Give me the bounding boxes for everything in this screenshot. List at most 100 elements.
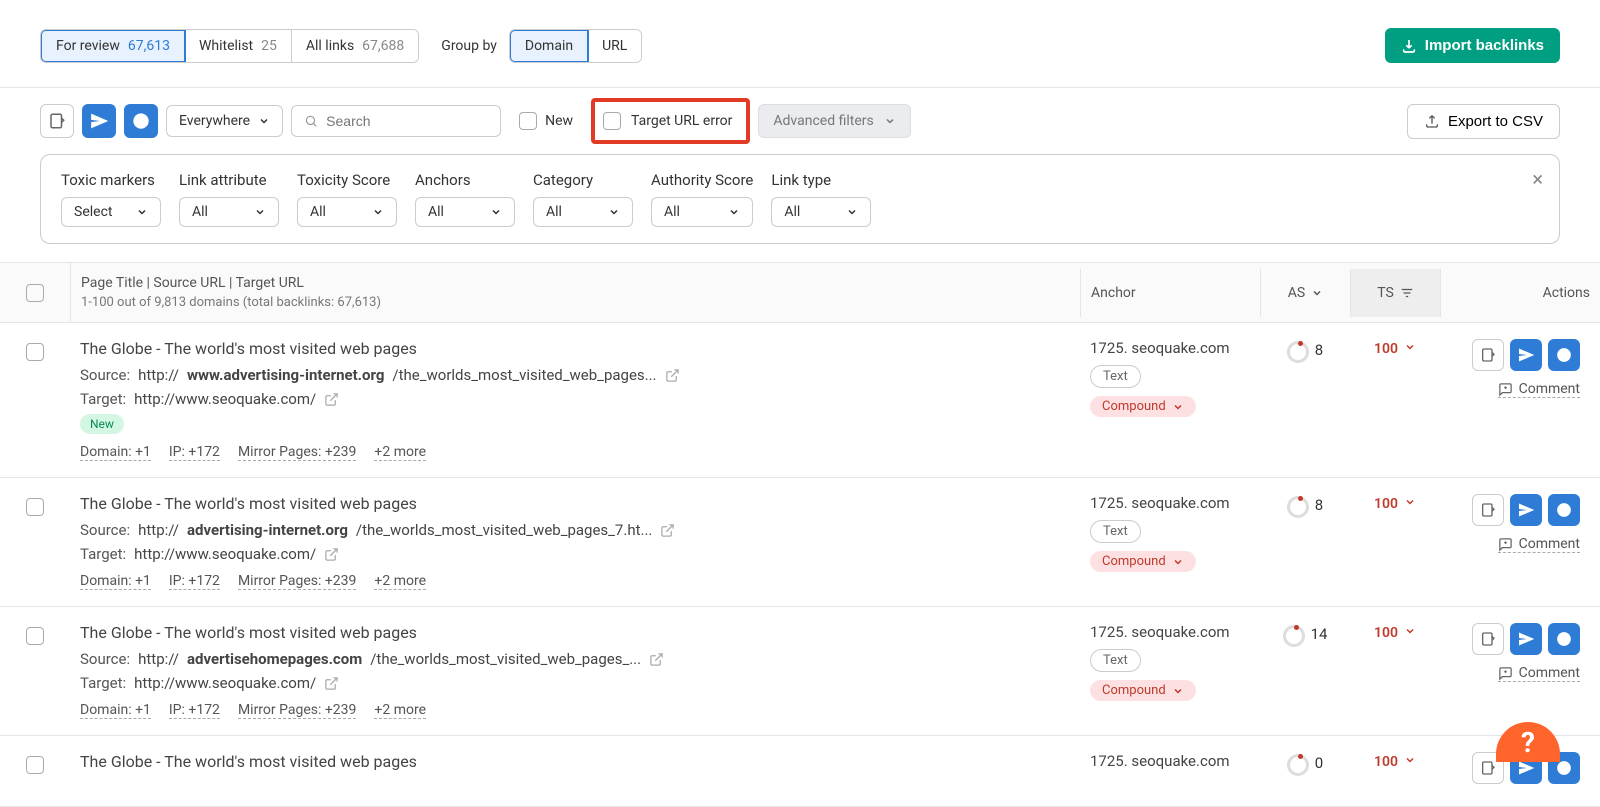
- close-filters-icon[interactable]: ×: [1532, 167, 1543, 191]
- ts-value[interactable]: 100: [1350, 494, 1440, 590]
- anchor-type-pill: Text: [1090, 365, 1141, 388]
- block-icon-button[interactable]: [1548, 339, 1580, 371]
- table-row: The Globe - The world's most visited web…: [0, 736, 1600, 807]
- row-source: Source: http://advertising-internet.org/…: [80, 521, 1070, 539]
- anchor-text: 1725. seoquake.com: [1090, 623, 1250, 641]
- anchors-select[interactable]: All: [415, 197, 515, 227]
- target-url-error-checkbox[interactable]: [603, 112, 621, 130]
- filter-label: Toxicity Score: [297, 171, 397, 189]
- tab-label: All links: [306, 38, 354, 54]
- category-select[interactable]: All: [533, 197, 633, 227]
- upload-icon: [1424, 113, 1440, 129]
- link-type-select[interactable]: All: [771, 197, 871, 227]
- chevron-down-icon: [258, 115, 270, 127]
- ts-value[interactable]: 100: [1350, 752, 1440, 790]
- row-target: Target: http://www.seoquake.com/: [80, 674, 1070, 692]
- col-ts-heading[interactable]: TS: [1350, 269, 1440, 317]
- external-link-icon[interactable]: [324, 547, 339, 562]
- tab-for-review[interactable]: For review 67,613: [40, 29, 186, 63]
- donut-icon: [1287, 341, 1309, 363]
- comment-link[interactable]: Comment: [1498, 536, 1580, 553]
- external-link-icon[interactable]: [665, 368, 680, 383]
- block-icon: [1556, 347, 1572, 363]
- send-icon-button[interactable]: [1510, 623, 1542, 655]
- note-icon-button[interactable]: [40, 104, 74, 138]
- link-attribute-select[interactable]: All: [179, 197, 279, 227]
- external-link-icon[interactable]: [660, 523, 675, 538]
- row-checkbox[interactable]: [26, 756, 44, 774]
- note-icon: [48, 112, 66, 130]
- select-all-checkbox[interactable]: [26, 284, 44, 302]
- filters-panel: Toxic markers Select Link attribute All …: [40, 154, 1560, 244]
- note-icon-button[interactable]: [1472, 339, 1504, 371]
- ts-value[interactable]: 100: [1350, 623, 1440, 719]
- search-input[interactable]: [326, 113, 488, 129]
- note-icon: [1480, 631, 1496, 647]
- chevron-down-icon: [1311, 287, 1323, 299]
- send-icon: [1518, 502, 1534, 518]
- tab-label: For review: [56, 38, 120, 54]
- note-icon-button[interactable]: [1472, 623, 1504, 655]
- scope-dropdown[interactable]: Everywhere: [166, 105, 283, 137]
- row-checkbox[interactable]: [26, 498, 44, 516]
- toxic-markers-select[interactable]: Select: [61, 197, 161, 227]
- ts-value[interactable]: 100: [1350, 339, 1440, 461]
- send-icon-button[interactable]: [1510, 494, 1542, 526]
- export-csv-button[interactable]: Export to CSV: [1407, 104, 1560, 139]
- anchor-compound-pill[interactable]: Compound: [1090, 680, 1196, 701]
- tab-count: 25: [261, 38, 277, 54]
- groupby-url[interactable]: URL: [588, 30, 641, 62]
- advanced-filters-button[interactable]: Advanced filters: [758, 104, 910, 138]
- as-value: 8: [1315, 496, 1323, 514]
- anchor-compound-pill[interactable]: Compound: [1090, 396, 1196, 417]
- send-icon-button[interactable]: [1510, 339, 1542, 371]
- table-row: The Globe - The world's most visited web…: [0, 323, 1600, 478]
- new-checkbox[interactable]: [519, 112, 537, 130]
- filter-label: Authority Score: [651, 171, 753, 189]
- import-backlinks-button[interactable]: Import backlinks: [1385, 28, 1560, 63]
- chevron-down-icon: [1404, 496, 1416, 508]
- groupby-domain[interactable]: Domain: [509, 29, 589, 63]
- authority-score-select[interactable]: All: [651, 197, 753, 227]
- table-row: The Globe - The world's most visited web…: [0, 607, 1600, 736]
- note-icon-button[interactable]: [1472, 494, 1504, 526]
- comment-link[interactable]: Comment: [1498, 665, 1580, 682]
- anchor-type-pill: Text: [1090, 649, 1141, 672]
- anchor-compound-pill[interactable]: Compound: [1090, 551, 1196, 572]
- chevron-down-icon: [846, 206, 858, 218]
- chevron-down-icon: [1404, 625, 1416, 637]
- row-checkbox[interactable]: [26, 627, 44, 645]
- donut-icon: [1287, 754, 1309, 776]
- row-checkbox[interactable]: [26, 343, 44, 361]
- col-anchor-heading: Anchor: [1080, 269, 1260, 317]
- anchor-text: 1725. seoquake.com: [1090, 339, 1250, 357]
- search-box[interactable]: [291, 105, 501, 137]
- external-link-icon[interactable]: [324, 392, 339, 407]
- block-icon-button[interactable]: [1548, 623, 1580, 655]
- col-main-heading: Page Title | Source URL | Target URL: [81, 275, 1070, 291]
- filter-label: Link type: [771, 171, 871, 189]
- comment-link[interactable]: Comment: [1498, 381, 1580, 398]
- row-source: Source: http://advertisehomepages.com/th…: [80, 650, 1070, 668]
- col-main-subheading: 1-100 out of 9,813 domains (total backli…: [81, 295, 1070, 310]
- block-icon-button[interactable]: [1548, 494, 1580, 526]
- tab-label: Whitelist: [199, 38, 253, 54]
- search-icon: [304, 113, 318, 129]
- block-icon-button[interactable]: [124, 104, 158, 138]
- chevron-down-icon: [884, 115, 896, 127]
- col-as-heading[interactable]: AS: [1260, 269, 1350, 317]
- external-link-icon[interactable]: [324, 676, 339, 691]
- target-url-error-label: Target URL error: [631, 113, 732, 129]
- chevron-down-icon: [490, 206, 502, 218]
- target-url-error-highlight: Target URL error: [591, 98, 750, 144]
- tab-whitelist[interactable]: Whitelist 25: [185, 30, 292, 62]
- send-icon: [1518, 347, 1534, 363]
- block-icon: [1556, 502, 1572, 518]
- send-icon-button[interactable]: [82, 104, 116, 138]
- as-value: 8: [1315, 341, 1323, 359]
- external-link-icon[interactable]: [649, 652, 664, 667]
- donut-icon: [1287, 496, 1309, 518]
- tab-count: 67,613: [128, 38, 170, 54]
- tab-all-links[interactable]: All links 67,688: [292, 30, 418, 62]
- toxicity-score-select[interactable]: All: [297, 197, 397, 227]
